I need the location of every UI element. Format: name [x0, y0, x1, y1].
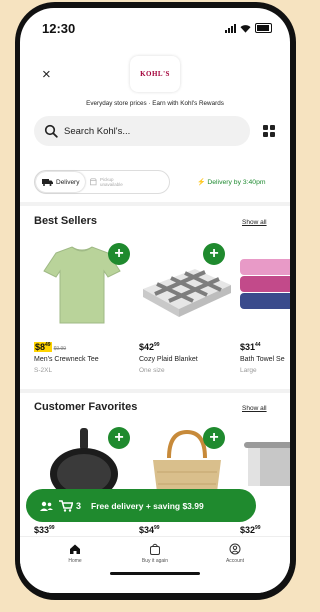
- status-time: 12:30: [42, 21, 76, 36]
- section-divider: [20, 202, 290, 206]
- product-size: S-2XL: [34, 367, 53, 374]
- battery-icon: [255, 23, 272, 33]
- delivery-eta-text: Delivery by 3:40pm: [207, 179, 266, 186]
- price-dollars: $42: [139, 342, 155, 352]
- tab-account-label: Account: [225, 558, 245, 564]
- store-icon: [90, 178, 97, 186]
- pickup-option: Pickup unavailable: [90, 177, 130, 187]
- price-cents: 44: [255, 342, 261, 348]
- cart-icon: [59, 499, 73, 512]
- add-to-cart-button[interactable]: +: [108, 427, 130, 449]
- price-cents: 49: [45, 342, 51, 348]
- best-sellers-title: Best Sellers: [34, 215, 97, 227]
- tab-home-label: Home: [68, 558, 82, 564]
- product-card[interactable]: $3299: [240, 428, 290, 538]
- add-to-cart-button[interactable]: +: [108, 243, 130, 265]
- product-card[interactable]: + $4299 Cozy Plaid Blanket One size: [139, 243, 235, 385]
- status-icons: [225, 23, 272, 33]
- product-price: $3299: [240, 525, 261, 535]
- cart-banner[interactable]: 3 Free delivery + saving $3.99: [26, 489, 256, 522]
- customer-favorites-title: Customer Favorites: [34, 401, 138, 413]
- delivery-label: Delivery: [56, 178, 80, 186]
- search-bar[interactable]: Search Kohl's...: [34, 116, 250, 146]
- was-price: $9.99: [53, 346, 67, 352]
- product-size: Large: [240, 367, 257, 374]
- kohls-logo: KOHL'S: [140, 70, 170, 78]
- store-tagline: Everyday store prices · Earn with Kohl's…: [86, 100, 224, 107]
- price-cents: 99: [49, 525, 55, 531]
- customer-favorites-show-all[interactable]: Show all: [242, 405, 267, 412]
- price-dollars: $32: [240, 525, 256, 535]
- delivery-truck-icon: [42, 178, 53, 186]
- group-users-icon: [40, 501, 53, 511]
- delivery-option[interactable]: Delivery: [36, 172, 86, 192]
- product-price: $3499: [139, 525, 160, 535]
- product-name: Bath Towel Se: [240, 356, 285, 363]
- tab-buy-again[interactable]: Buy it again: [125, 543, 185, 564]
- price-dollars: $33: [34, 525, 50, 535]
- price-dollars: $8: [35, 342, 46, 352]
- bath-towels-image: [240, 259, 290, 309]
- best-sellers-show-all[interactable]: Show all: [242, 219, 267, 226]
- price-cents: 99: [154, 342, 160, 348]
- product-price: $4299: [139, 342, 160, 352]
- account-icon: [229, 543, 241, 555]
- tab-home[interactable]: Home: [45, 543, 105, 564]
- add-to-cart-button[interactable]: +: [203, 427, 225, 449]
- signal-icon: [225, 24, 236, 33]
- product-size: One size: [139, 367, 165, 374]
- search-icon: [44, 124, 58, 138]
- product-price: $849$9.99: [34, 342, 66, 352]
- price-dollars: $34: [139, 525, 155, 535]
- product-card[interactable]: $3144 Bath Towel Se Large: [240, 245, 290, 385]
- shopping-bag-icon: [150, 543, 160, 555]
- product-card[interactable]: + $849$9.99 Men's Crewneck Tee S-2XL: [34, 243, 130, 385]
- wifi-icon: [240, 25, 251, 33]
- price-cents: 99: [255, 525, 261, 531]
- bottom-tab-bar: Home Buy it again Account: [20, 536, 290, 593]
- tab-account[interactable]: Account: [205, 543, 265, 564]
- home-indicator: [110, 572, 200, 575]
- lightning-icon: ⚡: [197, 179, 206, 186]
- status-bar: 12:30: [20, 20, 290, 38]
- fulfillment-toggle: Delivery Pickup unavailable: [34, 170, 170, 194]
- cart-count: 3: [76, 500, 82, 511]
- product-price: $3399: [34, 525, 55, 535]
- price-dollars: $31: [240, 342, 256, 352]
- home-icon: [70, 544, 80, 554]
- product-name: Cozy Plaid Blanket: [139, 356, 198, 363]
- add-to-cart-button[interactable]: +: [203, 243, 225, 265]
- pickup-label: Pickup unavailable: [99, 177, 123, 187]
- section-divider: [20, 389, 290, 393]
- delivery-eta: ⚡ Delivery by 3:40pm: [197, 178, 266, 186]
- price-cents: 99: [154, 525, 160, 531]
- product-name: Men's Crewneck Tee: [34, 356, 99, 363]
- store-logo-card: KOHL'S: [130, 56, 180, 92]
- search-placeholder: Search Kohl's...: [64, 125, 131, 137]
- cart-banner-message: Free delivery + saving $3.99: [91, 500, 204, 511]
- product-price: $3144: [240, 342, 261, 352]
- close-icon[interactable]: ×: [42, 66, 51, 83]
- tab-buy-again-label: Buy it again: [141, 558, 169, 564]
- categories-grid-icon[interactable]: [263, 125, 275, 137]
